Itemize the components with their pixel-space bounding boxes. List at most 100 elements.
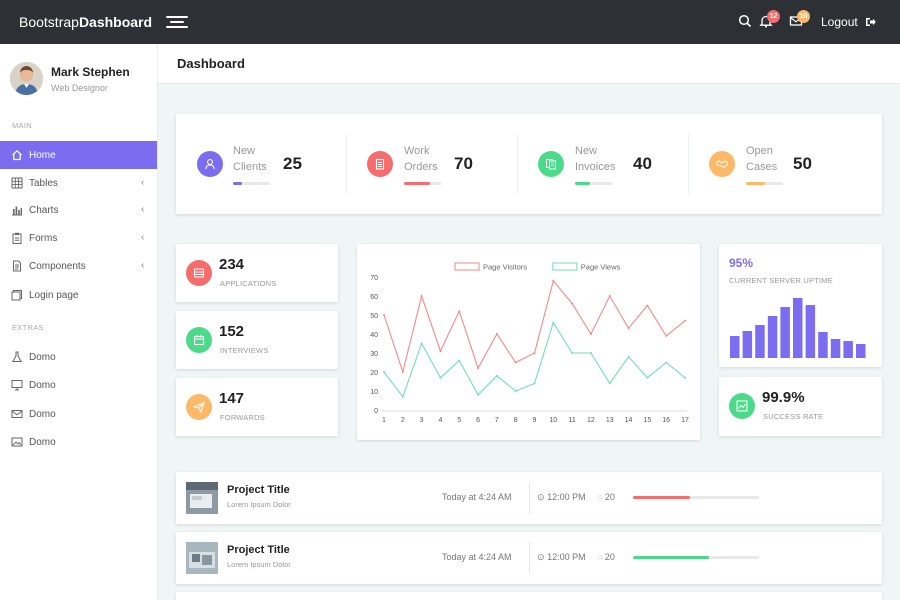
data-point xyxy=(458,310,461,313)
project-comments: ◌ 20 xyxy=(597,492,615,502)
stat-progress xyxy=(575,182,612,185)
x-tick-label: 14 xyxy=(625,417,633,424)
envelope-icon xyxy=(11,408,23,420)
data-point xyxy=(646,304,649,307)
uptime-bar-chart xyxy=(730,298,866,358)
comment-icon: ◌ xyxy=(597,552,603,562)
profile-role: Web Designor xyxy=(51,83,108,93)
stat-label: Work Orders xyxy=(404,145,438,173)
sidebar-item-label: Charts xyxy=(29,205,59,216)
grid-icon xyxy=(11,177,23,189)
stat-new-clients[interactable]: New Clients 25 xyxy=(176,114,347,214)
data-point xyxy=(571,302,574,305)
interviews-label: INTERVIEWS xyxy=(220,346,269,355)
trending-up-icon xyxy=(729,393,755,419)
sidebar-item-domo-3[interactable]: Domo xyxy=(0,400,157,428)
y-tick-label: 0 xyxy=(374,408,378,415)
sidebar-item-label: Tables xyxy=(29,178,58,189)
clock-icon: ⊙ xyxy=(537,552,545,562)
data-point xyxy=(420,295,423,297)
x-tick-label: 5 xyxy=(457,417,461,424)
x-tick-label: 1 xyxy=(382,417,386,424)
sidebar-item-charts[interactable]: Charts ‹ xyxy=(0,196,157,224)
applications-value: 234 xyxy=(219,256,245,273)
sidebar-item-home[interactable]: Home xyxy=(0,141,157,169)
sidebar-item-forms[interactable]: Forms ‹ xyxy=(0,224,157,252)
sidebar-item-domo-2[interactable]: Domo xyxy=(0,371,157,399)
monitor-icon xyxy=(11,379,23,391)
sidebar-item-label: Domo xyxy=(29,437,56,448)
data-point xyxy=(439,376,442,379)
logout-icon xyxy=(866,18,876,26)
chevron-left-icon: ‹ xyxy=(141,232,145,243)
data-point xyxy=(665,334,668,337)
x-tick-label: 9 xyxy=(533,417,537,424)
stat-value: 70 xyxy=(454,154,473,173)
stat-open-cases[interactable]: Open Cases 50 xyxy=(689,114,860,214)
x-tick-label: 17 xyxy=(681,417,689,424)
card-forwards[interactable]: 147 FORWARDS xyxy=(176,378,338,436)
clipboard-icon xyxy=(11,232,23,244)
sidebar-item-domo-4[interactable]: Domo xyxy=(0,428,157,456)
stats-card: New Clients 25 Work Orders 70 New Invoices … xyxy=(176,114,882,214)
server-uptime-card: 95% CURRENT SERVER UPTIME xyxy=(719,244,882,367)
data-point xyxy=(627,327,630,330)
bar-chart-icon xyxy=(11,204,23,216)
project-subtitle: Lorem Ipsum Dolor xyxy=(227,500,291,509)
sidebar-item-login-page[interactable]: Login page xyxy=(0,281,157,309)
interviews-value: 152 xyxy=(219,323,245,340)
data-point xyxy=(684,319,686,322)
success-rate-card[interactable]: 99.9% SUCCESS RATE xyxy=(719,377,882,436)
data-point xyxy=(458,359,461,362)
sidebar-item-tables[interactable]: Tables ‹ xyxy=(0,169,157,197)
x-tick-label: 13 xyxy=(606,417,614,424)
brand-logo[interactable]: BootstrapDashboard xyxy=(19,14,152,30)
notification-badge: 12 xyxy=(767,10,780,23)
legend-swatch xyxy=(552,262,578,271)
data-point xyxy=(401,395,404,398)
list-icon xyxy=(186,260,212,286)
search-icon[interactable] xyxy=(738,14,754,30)
data-point xyxy=(420,342,423,345)
uptime-bar xyxy=(755,325,765,358)
data-point xyxy=(401,371,404,373)
x-tick-label: 4 xyxy=(438,417,442,424)
uptime-bar xyxy=(843,341,853,358)
project-row[interactable]: Project Title Lorem Ipsum Dolor Today at… xyxy=(176,472,882,524)
x-tick-label: 6 xyxy=(476,417,480,424)
data-point xyxy=(383,371,385,373)
card-interviews[interactable]: 152 INTERVIEWS xyxy=(176,311,338,369)
image-icon xyxy=(11,436,23,448)
y-tick-label: 40 xyxy=(370,332,378,339)
sidebar-item-domo-1[interactable]: Domo xyxy=(0,343,157,371)
sidebar-item-label: Domo xyxy=(29,409,56,420)
calendar-icon xyxy=(186,327,212,353)
data-point xyxy=(533,352,536,354)
uptime-bar xyxy=(793,298,803,358)
data-point xyxy=(571,352,574,354)
sidebar-item-components[interactable]: Components ‹ xyxy=(0,252,157,280)
data-point xyxy=(552,321,555,324)
menu-toggle-icon[interactable] xyxy=(166,16,188,28)
chevron-left-icon: ‹ xyxy=(141,177,145,188)
stat-new-invoices[interactable]: New Invoices 40 xyxy=(518,114,689,214)
project-row[interactable] xyxy=(176,592,882,600)
card-applications[interactable]: 234 APPLICATIONS xyxy=(176,244,338,302)
stat-work-orders[interactable]: Work Orders 70 xyxy=(347,114,518,214)
project-thumbnail xyxy=(186,542,218,574)
sidebar-item-label: Domo xyxy=(29,352,56,363)
x-tick-label: 10 xyxy=(549,417,557,424)
section-extras-label: EXTRAS xyxy=(12,323,44,332)
y-tick-label: 30 xyxy=(370,351,378,358)
x-tick-label: 12 xyxy=(587,417,595,424)
x-tick-label: 2 xyxy=(401,417,405,424)
data-point xyxy=(589,352,592,354)
y-tick-label: 20 xyxy=(370,370,378,377)
logout-link[interactable]: Logout xyxy=(821,15,876,29)
project-title: Project Title xyxy=(227,484,290,496)
project-row[interactable]: Project Title Lorem Ipsum Dolor Today at… xyxy=(176,532,882,584)
stat-progress xyxy=(404,182,441,185)
legend-label: Page Visitors xyxy=(483,263,527,272)
uptime-bar xyxy=(780,307,790,358)
uptime-bar xyxy=(818,332,828,358)
